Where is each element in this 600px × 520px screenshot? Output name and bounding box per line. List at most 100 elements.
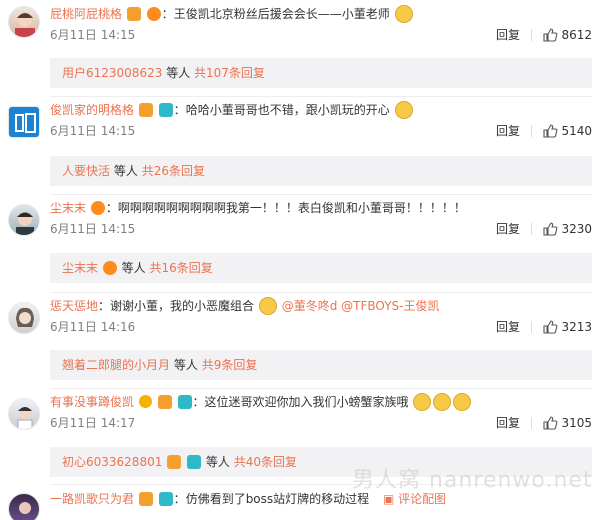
reply-summary[interactable]: 尘末末 等人 共16条回复 — [50, 253, 592, 283]
thumbs-up-icon[interactable] — [542, 319, 558, 335]
divider — [531, 321, 532, 333]
username[interactable]: 一路凯歌只为君 — [50, 492, 134, 506]
timestamp: 6月11日 14:16 — [50, 320, 136, 334]
comment-body: 尘末末 ：啊啊啊啊啊啊啊啊啊我第一！！！表白俊凯和小董哥哥！！！！！ 6月11日… — [50, 198, 592, 240]
avatar-image — [16, 307, 34, 327]
comment-text: 谢谢小董，我的小恶魔组合 — [110, 299, 255, 313]
thumbs-up-icon[interactable] — [542, 27, 558, 43]
username[interactable]: 俊凯家的明格格 — [50, 103, 134, 117]
reply-button[interactable]: 回复 — [496, 120, 520, 142]
happy-emoji-icon — [394, 100, 413, 119]
reply-summary[interactable]: 翘着二郎腿的小月月 等人 共9条回复 — [50, 350, 592, 380]
divider — [531, 125, 532, 137]
reply-button[interactable]: 回复 — [496, 412, 520, 434]
fans-badge-icon — [102, 260, 117, 275]
timestamp: 6月11日 14:17 — [50, 416, 136, 430]
avatar-image — [15, 13, 35, 37]
like-count: 3213 — [561, 320, 592, 334]
reply-middle: 等人 — [166, 66, 191, 80]
vip-badge-icon[interactable] — [126, 6, 141, 21]
divider — [531, 223, 532, 235]
avatar-image — [19, 502, 31, 514]
divider — [50, 194, 592, 195]
fans-badge-icon[interactable] — [90, 200, 105, 215]
reply-summary[interactable]: 用户6123008623 等人 共107条回复 — [50, 58, 592, 88]
more-replies-link[interactable]: 共16条回复 — [150, 261, 213, 275]
thumbs-up-icon[interactable] — [542, 415, 558, 431]
comment-text: 哈哈小董哥哥也不错，跟小凯玩的开心 — [185, 103, 390, 117]
like-count: 3230 — [561, 222, 592, 236]
doge-emoji-icon — [453, 392, 472, 411]
username[interactable]: 惩天惩地 — [50, 299, 98, 313]
reply-summary[interactable]: 人要快活 等人 共26条回复 — [50, 156, 592, 186]
divider — [50, 292, 592, 293]
image-link[interactable]: ▣ 评论配图 — [383, 492, 446, 506]
comment-body: 惩天惩地：谢谢小董，我的小恶魔组合 @董冬咚d @TFBOYS-王俊凯 6月11… — [50, 296, 592, 338]
pray-emoji-icon — [394, 4, 413, 23]
doge-emoji-icon — [433, 392, 452, 411]
thumbs-up-icon[interactable] — [542, 221, 558, 237]
avatar[interactable] — [8, 398, 40, 430]
doge-emoji-icon — [413, 392, 432, 411]
divider — [50, 388, 592, 389]
avatar-image — [15, 113, 36, 133]
comment-text: 这位迷哥欢迎你加入我们小螃蟹家族哦 — [204, 395, 409, 409]
divider — [531, 417, 532, 429]
camera-badge-icon[interactable] — [177, 394, 192, 409]
timestamp: 6月11日 14:15 — [50, 124, 136, 138]
more-replies-link[interactable]: 共9条回复 — [202, 358, 258, 372]
reply-middle: 等人 — [121, 261, 146, 275]
vip-badge-icon[interactable] — [138, 491, 153, 506]
comment-body: 有事没事蹲俊凯 ：这位迷哥欢迎你加入我们小螃蟹家族哦 6月11日 14:17 回… — [50, 392, 592, 434]
reply-user[interactable]: 用户6123008623 — [62, 66, 162, 80]
like-count: 3105 — [561, 416, 592, 430]
reply-middle: 等人 — [205, 455, 230, 469]
more-replies-link[interactable]: 共40条回复 — [234, 455, 297, 469]
timestamp: 6月11日 14:15 — [50, 28, 136, 42]
avatar-image — [17, 407, 33, 429]
like-count: 8612 — [561, 28, 592, 42]
kiss-emoji-icon — [258, 296, 277, 315]
mention-link[interactable]: @TFBOYS-王俊凯 — [341, 299, 439, 313]
reply-button[interactable]: 回复 — [496, 218, 520, 240]
camera-badge-icon[interactable] — [158, 102, 173, 117]
camera-badge-icon — [187, 454, 202, 469]
reply-middle: 等人 — [173, 358, 198, 372]
avatar[interactable] — [8, 106, 40, 138]
reply-user[interactable]: 翘着二郎腿的小月月 — [62, 358, 170, 372]
reply-button[interactable]: 回复 — [496, 24, 520, 46]
camera-badge-icon[interactable] — [158, 491, 173, 506]
watermark: 男人窝 nanrenwo.net — [352, 468, 593, 493]
more-replies-link[interactable]: 共107条回复 — [194, 66, 265, 80]
mention-link[interactable]: @董冬咚d — [282, 299, 338, 313]
username[interactable]: 有事没事蹲俊凯 — [50, 395, 134, 409]
comment-body: 俊凯家的明格格 ：哈哈小董哥哥也不错，跟小凯玩的开心 6月11日 14:15 回… — [50, 100, 592, 142]
avatar-image — [16, 212, 34, 235]
vip-badge-icon — [167, 454, 182, 469]
divider — [50, 96, 592, 97]
comment-text: 王俊凯北京粉丝后援会会长——小董老师 — [173, 7, 390, 21]
vip-badge-icon[interactable] — [157, 394, 172, 409]
avatar[interactable] — [8, 6, 40, 38]
avatar[interactable] — [8, 493, 40, 520]
more-replies-link[interactable]: 共26条回复 — [142, 164, 205, 178]
username[interactable]: 尘末末 — [50, 201, 86, 215]
comment-text: 仿佛看到了boss站灯牌的移动过程 — [185, 492, 370, 506]
username[interactable]: 屁桃阿屁桃格 — [50, 7, 122, 21]
comment-body: 屁桃阿屁桃格 ：王俊凯北京粉丝后援会会长——小董老师 6月11日 14:15 回… — [50, 4, 592, 46]
fans-badge-icon[interactable] — [146, 6, 161, 21]
thumbs-up-icon[interactable] — [542, 123, 558, 139]
like-count: 5140 — [561, 124, 592, 138]
reply-user[interactable]: 人要快活 — [62, 164, 110, 178]
reply-user[interactable]: 初心6033628801 — [62, 455, 162, 469]
reply-button[interactable]: 回复 — [496, 316, 520, 338]
timestamp: 6月11日 14:15 — [50, 222, 136, 236]
vip-badge-icon[interactable] — [138, 102, 153, 117]
divider — [531, 29, 532, 41]
reply-middle: 等人 — [113, 164, 138, 178]
avatar[interactable] — [8, 302, 40, 334]
avatar[interactable] — [8, 204, 40, 236]
verified-badge-icon[interactable] — [138, 395, 152, 408]
reply-user[interactable]: 尘末末 — [62, 261, 98, 275]
comment-text: 啊啊啊啊啊啊啊啊啊我第一！！！表白俊凯和小董哥哥！！！！！ — [117, 201, 466, 215]
